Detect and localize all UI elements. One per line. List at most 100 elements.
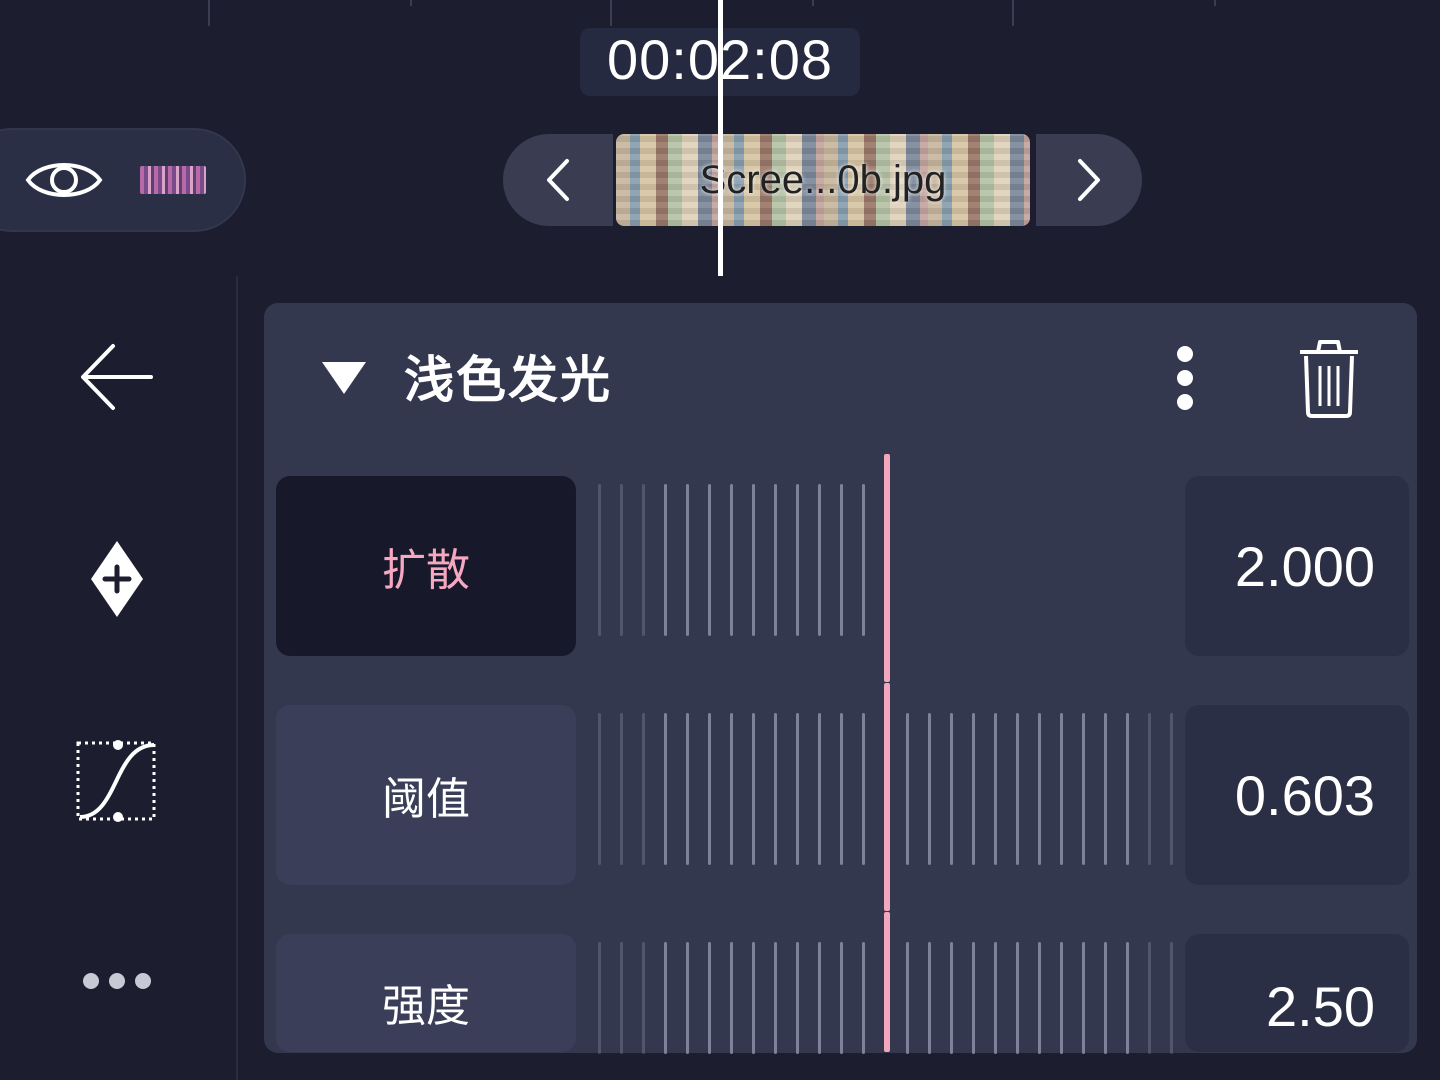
slider-tick bbox=[1104, 942, 1107, 1054]
slider-tick bbox=[1126, 942, 1129, 1054]
slider-tick bbox=[840, 713, 843, 865]
collapse-toggle[interactable] bbox=[318, 358, 370, 398]
slider-tick bbox=[686, 484, 689, 636]
eye-icon bbox=[25, 163, 103, 197]
next-clip-button[interactable] bbox=[1036, 134, 1142, 226]
chevron-right-icon bbox=[1078, 159, 1100, 201]
slider-tick bbox=[906, 713, 909, 865]
slider-tick bbox=[818, 484, 821, 636]
slider-tick bbox=[664, 713, 667, 865]
slider-center-indicator bbox=[884, 454, 890, 682]
param-value-intensity[interactable]: 2.50 bbox=[1185, 934, 1409, 1052]
ruler-tick bbox=[812, 0, 814, 6]
slider-tick bbox=[598, 713, 601, 865]
slider-tick bbox=[862, 942, 865, 1054]
slider-center-indicator bbox=[884, 683, 890, 911]
slider-tick bbox=[774, 713, 777, 865]
slider-center-indicator bbox=[884, 912, 890, 1052]
slider-tick bbox=[796, 942, 799, 1054]
delete-effect-button[interactable] bbox=[1292, 336, 1366, 420]
slider-tick bbox=[1060, 713, 1063, 865]
track-thumbnail bbox=[140, 166, 206, 194]
slider-tick bbox=[818, 942, 821, 1054]
slider-tick bbox=[1148, 942, 1151, 1054]
slider-tick bbox=[1038, 713, 1041, 865]
ruler-tick bbox=[1214, 0, 1216, 6]
add-keyframe-button[interactable] bbox=[50, 524, 184, 634]
triangle-down-icon bbox=[322, 362, 366, 394]
arrow-left-icon bbox=[81, 344, 153, 410]
param-label-intensity-text: 强度 bbox=[382, 981, 470, 1032]
slider-tick bbox=[620, 942, 623, 1054]
visibility-toggle[interactable] bbox=[22, 150, 106, 210]
slider-tick bbox=[642, 484, 645, 636]
slider-tick bbox=[950, 713, 953, 865]
param-value-threshold[interactable]: 0.603 bbox=[1185, 705, 1409, 885]
slider-tick bbox=[642, 713, 645, 865]
bezier-curve-icon bbox=[76, 740, 156, 822]
effect-title: 浅色发光 bbox=[404, 351, 612, 409]
slider-tick bbox=[730, 942, 733, 1054]
slider-tick bbox=[1082, 942, 1085, 1054]
slider-tick bbox=[1104, 713, 1107, 865]
slider-tick bbox=[1060, 942, 1063, 1054]
ruler-tick bbox=[610, 0, 612, 26]
param-value-intensity-text: 2.50 bbox=[1266, 975, 1375, 1038]
previous-clip-button[interactable] bbox=[503, 134, 613, 226]
slider-tick bbox=[708, 484, 711, 636]
slider-tick bbox=[1126, 713, 1129, 865]
slider-tick bbox=[1082, 713, 1085, 865]
param-label-threshold[interactable]: 阈值 bbox=[276, 705, 576, 885]
slider-tick bbox=[642, 942, 645, 1054]
dot bbox=[1177, 370, 1193, 386]
slider-tick bbox=[906, 942, 909, 1054]
slider-tick bbox=[686, 713, 689, 865]
slider-tick bbox=[796, 713, 799, 865]
playhead[interactable] bbox=[718, 0, 723, 276]
trash-icon bbox=[1300, 340, 1358, 418]
slider-tick bbox=[774, 484, 777, 636]
slider-tick bbox=[972, 942, 975, 1054]
slider-tick bbox=[1148, 713, 1151, 865]
keyframe-add-icon bbox=[91, 541, 143, 617]
more-tools-button[interactable] bbox=[50, 926, 184, 1036]
slider-tick bbox=[818, 713, 821, 865]
ruler-tick bbox=[208, 0, 210, 26]
slider-tick bbox=[796, 484, 799, 636]
slider-tick bbox=[708, 942, 711, 1054]
slider-tick bbox=[598, 484, 601, 636]
effect-options-button[interactable] bbox=[1160, 340, 1210, 416]
param-value-diffuse[interactable]: 2.000 bbox=[1185, 476, 1409, 656]
slider-tick bbox=[862, 484, 865, 636]
slider-tick bbox=[752, 484, 755, 636]
ellipsis-icon bbox=[83, 973, 151, 989]
slider-tick bbox=[1038, 942, 1041, 1054]
slider-tick bbox=[928, 942, 931, 1054]
slider-tick bbox=[730, 713, 733, 865]
slider-tick bbox=[950, 942, 953, 1054]
slider-tick bbox=[620, 713, 623, 865]
slider-tick bbox=[708, 713, 711, 865]
ruler-tick bbox=[410, 0, 412, 6]
param-label-diffuse[interactable]: 扩散 bbox=[276, 476, 576, 656]
dot bbox=[1177, 394, 1193, 410]
clip-name: Scree...0b.jpg bbox=[699, 158, 947, 202]
slider-tick bbox=[752, 713, 755, 865]
slider-tick bbox=[620, 484, 623, 636]
slider-tick bbox=[730, 484, 733, 636]
param-label-intensity[interactable]: 强度 bbox=[276, 934, 576, 1052]
slider-tick bbox=[664, 942, 667, 1054]
slider-tick bbox=[1016, 942, 1019, 1054]
slider-tick bbox=[972, 713, 975, 865]
curve-button[interactable] bbox=[50, 726, 184, 836]
slider-tick bbox=[840, 484, 843, 636]
slider-tick bbox=[686, 942, 689, 1054]
back-button[interactable] bbox=[50, 322, 184, 432]
slider-tick bbox=[774, 942, 777, 1054]
slider-tick bbox=[598, 942, 601, 1054]
chevron-left-icon bbox=[547, 159, 569, 201]
slider-tick bbox=[752, 942, 755, 1054]
ruler-tick bbox=[1012, 0, 1014, 26]
slider-tick bbox=[928, 713, 931, 865]
slider-tick bbox=[664, 484, 667, 636]
